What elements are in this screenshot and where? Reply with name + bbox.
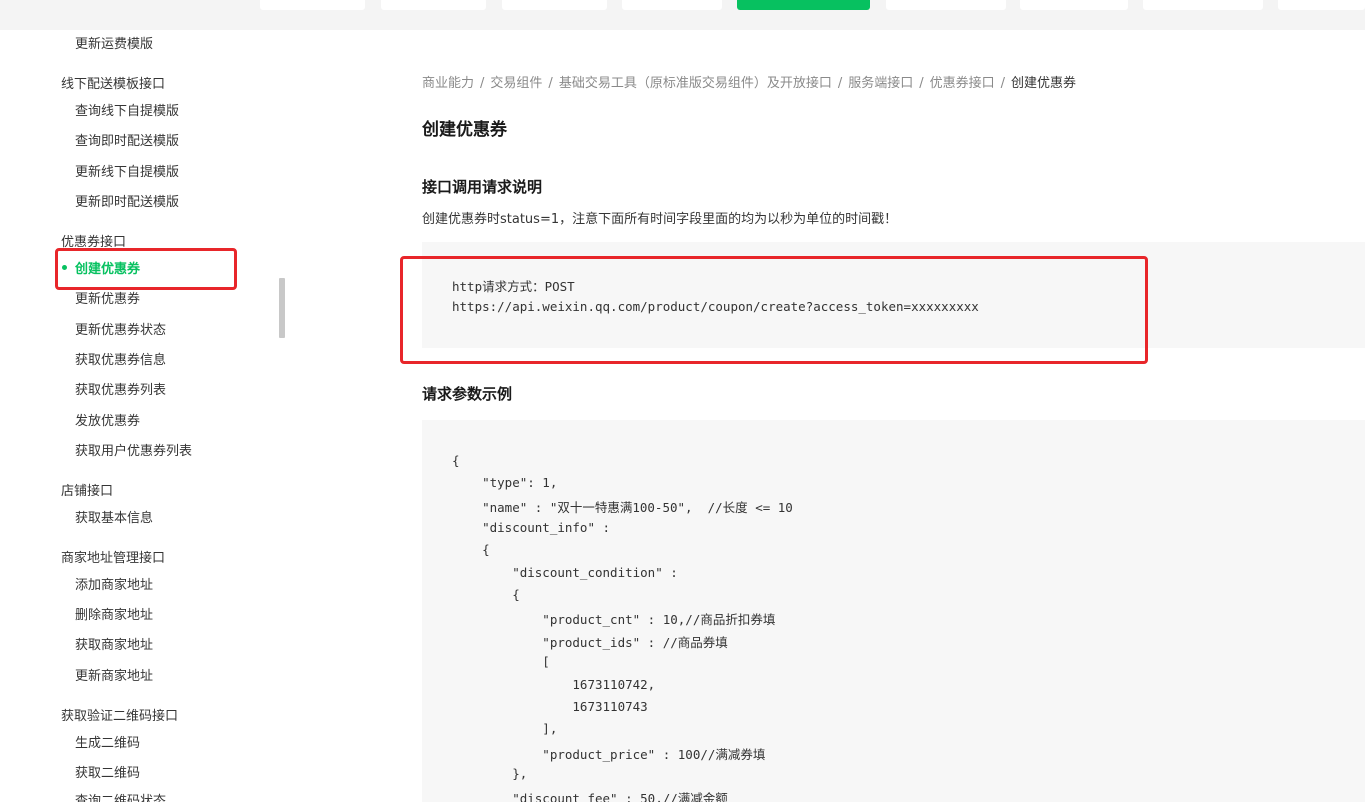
- code-line: "product_ids" : //商品券填: [452, 635, 728, 650]
- breadcrumb-separator: /: [1000, 76, 1006, 91]
- sidebar-scrollbar[interactable]: [279, 278, 285, 338]
- top-tab[interactable]: [622, 0, 722, 10]
- sidebar-item[interactable]: 获取基本信息: [75, 507, 153, 526]
- sidebar-item[interactable]: 查询线下自提模版: [75, 100, 179, 119]
- code-line: http请求方式：POST: [452, 279, 575, 294]
- sidebar-item[interactable]: 获取优惠券信息: [75, 349, 166, 368]
- breadcrumb-separator: /: [548, 76, 553, 91]
- sidebar-item[interactable]: 查询即时配送模版: [75, 130, 179, 149]
- section-title-request: 接口调用请求说明: [422, 178, 543, 196]
- page-title: 创建优惠券: [422, 120, 507, 140]
- sidebar-item-create-coupon[interactable]: 创建优惠券: [75, 258, 140, 277]
- breadcrumb-link[interactable]: 基础交易工具（原标准版交易组件）及开放接口: [559, 76, 832, 91]
- code-line: "discount_info" :: [452, 520, 611, 535]
- sidebar-item[interactable]: 更新优惠券状态: [75, 319, 166, 338]
- code-line: 1673110743: [452, 699, 648, 714]
- sidebar-item[interactable]: 更新优惠券: [75, 288, 140, 307]
- top-tab-bar: [0, 0, 1365, 30]
- breadcrumb: 商业能力 / 交易组件 / 基础交易工具（原标准版交易组件）及开放接口 / 服务端接口 / 优惠…: [422, 72, 1076, 91]
- breadcrumb-current: 创建优惠券: [1011, 76, 1077, 91]
- top-tab[interactable]: [886, 0, 1006, 10]
- code-line: 1673110742,: [452, 677, 656, 692]
- breadcrumb-link[interactable]: 交易组件: [490, 76, 542, 91]
- code-line: ],: [452, 721, 558, 736]
- code-line: https://api.weixin.qq.com/product/coupon…: [452, 299, 979, 314]
- top-tab[interactable]: [1278, 0, 1365, 10]
- code-line: {: [452, 587, 520, 602]
- code-line: {: [452, 453, 460, 468]
- code-line: },: [452, 766, 528, 781]
- request-code-block: http请求方式：POST https://api.weixin.qq.com/…: [422, 242, 1365, 348]
- sidebar-item[interactable]: 更新线下自提模版: [75, 161, 179, 180]
- sidebar-group-store[interactable]: 店铺接口: [61, 480, 113, 499]
- code-line: "product_cnt" : 10,//商品折扣券填: [452, 612, 776, 627]
- code-line: "product_price" : 100//满减券填: [452, 747, 766, 762]
- top-tab[interactable]: [260, 0, 365, 10]
- sidebar-group-qrcode[interactable]: 获取验证二维码接口: [61, 705, 178, 724]
- top-tab[interactable]: [381, 0, 486, 10]
- sidebar-item[interactable]: 获取用户优惠券列表: [75, 440, 192, 459]
- top-tab[interactable]: [502, 0, 607, 10]
- breadcrumb-separator: /: [837, 76, 843, 91]
- code-line: "discount_fee" : 50,//满减金额: [452, 791, 728, 802]
- sidebar-item-update-freight-template[interactable]: 更新运费模版: [75, 33, 153, 52]
- section-title-params: 请求参数示例: [422, 385, 513, 403]
- sidebar-item[interactable]: 更新即时配送模版: [75, 191, 179, 210]
- code-line: {: [452, 542, 490, 557]
- request-description: 创建优惠券时status=1，注意下面所有时间字段里面的均为以秒为单位的时间戳！: [422, 212, 898, 227]
- sidebar-item[interactable]: 获取二维码: [75, 762, 140, 781]
- breadcrumb-link[interactable]: 优惠券接口: [930, 76, 995, 91]
- code-line: "type": 1,: [452, 475, 558, 490]
- sidebar-group-coupon[interactable]: 优惠券接口: [61, 231, 126, 250]
- breadcrumb-separator: /: [919, 76, 924, 91]
- top-tab[interactable]: [1143, 0, 1263, 10]
- sidebar-group-offline-delivery[interactable]: 线下配送模板接口: [61, 73, 165, 92]
- code-line: "discount_condition" :: [452, 565, 678, 580]
- breadcrumb-link[interactable]: 商业能力: [422, 76, 474, 91]
- top-tab[interactable]: [1020, 0, 1128, 10]
- sidebar-item[interactable]: 更新商家地址: [75, 665, 153, 684]
- sidebar-item[interactable]: 获取商家地址: [75, 634, 153, 653]
- sidebar-group-merchant-address[interactable]: 商家地址管理接口: [61, 547, 165, 566]
- top-tab-active[interactable]: [737, 0, 870, 10]
- breadcrumb-separator: /: [480, 76, 485, 91]
- code-line: "name" : "双十一特惠满100-50", //长度 <= 10: [452, 500, 793, 515]
- sidebar-item[interactable]: 获取优惠券列表: [75, 379, 166, 398]
- sidebar-item[interactable]: 删除商家地址: [75, 604, 153, 623]
- sidebar-item[interactable]: 发放优惠券: [75, 410, 140, 429]
- sidebar-item[interactable]: 添加商家地址: [75, 574, 153, 593]
- sidebar-item[interactable]: 生成二维码: [75, 732, 140, 751]
- breadcrumb-link[interactable]: 服务端接口: [848, 76, 913, 91]
- code-line: [: [452, 654, 550, 669]
- sidebar-item[interactable]: 查询二维码状态: [75, 790, 166, 802]
- params-code-block: { "type": 1, "name" : "双十一特惠满100-50", //…: [422, 420, 1365, 802]
- active-indicator-dot: [62, 265, 67, 270]
